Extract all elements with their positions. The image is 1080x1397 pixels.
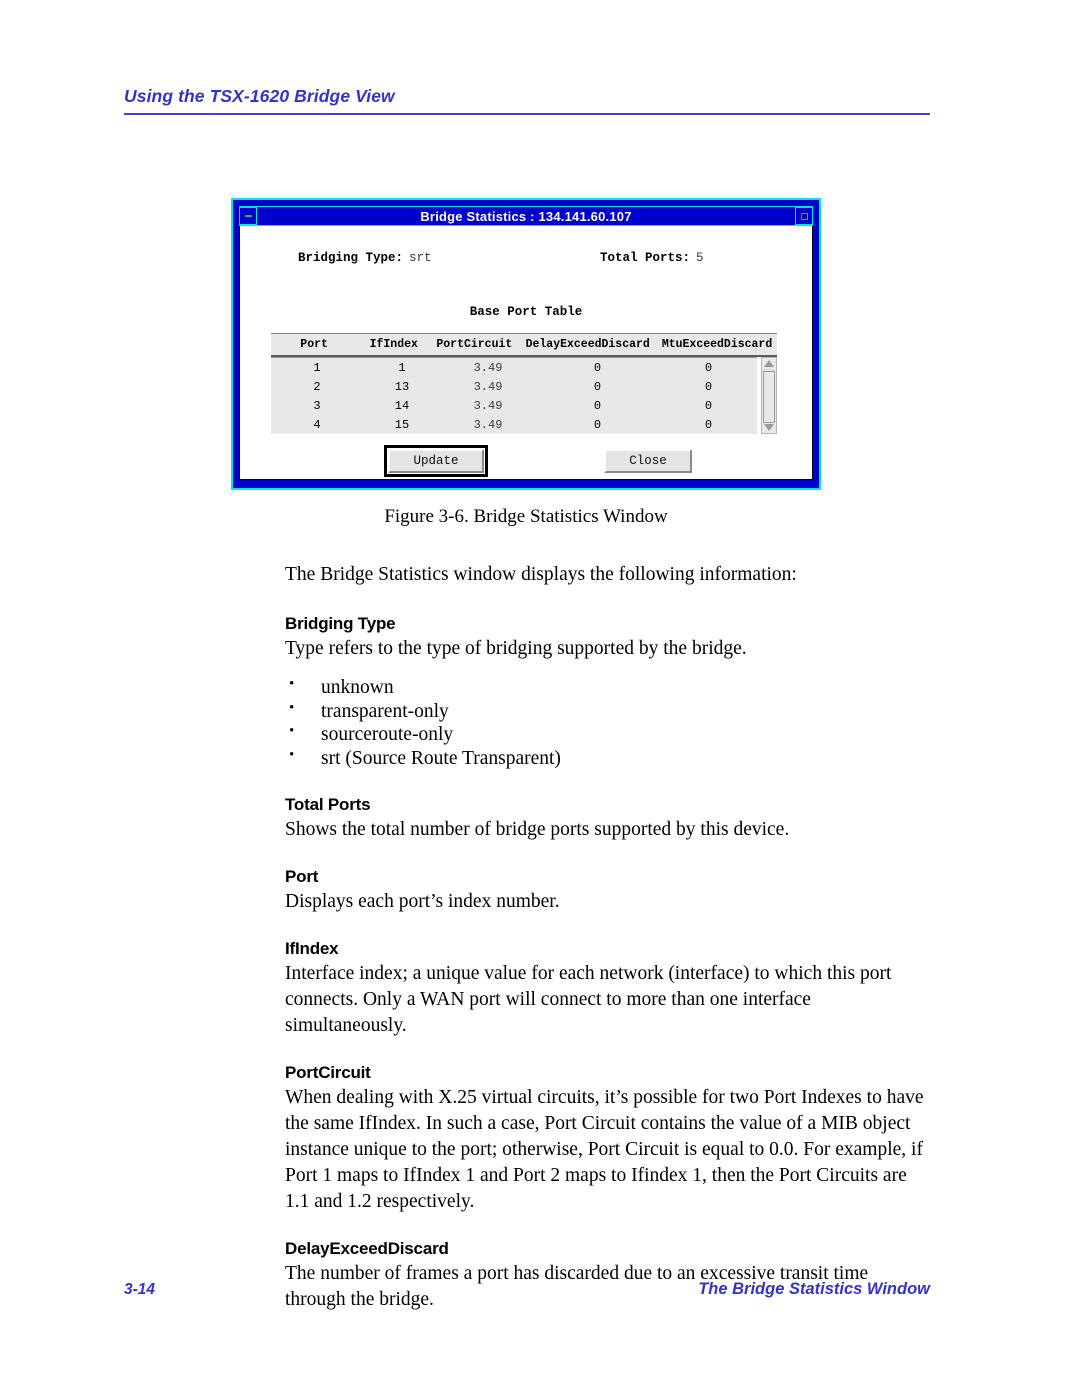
close-button[interactable]: Close [604, 449, 692, 473]
section-text: Type refers to the type of bridging supp… [285, 638, 747, 660]
table-body-area: 1 1 3.49 0 0 2 13 3.49 0 0 3 14 3.49 0 0… [271, 357, 777, 434]
cell-delayexceeddiscard: 0 [593, 398, 602, 413]
maximize-icon [800, 212, 808, 220]
cell-ifindex: 13 [394, 379, 410, 394]
maximize-button[interactable] [795, 207, 813, 225]
bridging-type-field: Bridging Type: srt [298, 251, 432, 265]
bridging-type-label: Bridging Type: [298, 251, 404, 265]
section-text: Interface index; a unique value for each… [285, 962, 892, 1036]
running-head: Using the TSX-1620 Bridge View [124, 86, 395, 106]
cell-port: 4 [313, 417, 321, 432]
list-item: srt (Source Route Transparent) [285, 746, 931, 771]
dialog-titlebar[interactable]: Bridge Statistics : 134.141.60.107 [239, 206, 813, 226]
section-total-ports: Total Ports Shows the total number of br… [285, 795, 931, 843]
section-heading: PortCircuit [285, 1062, 371, 1082]
cell-ifindex: 15 [394, 417, 410, 432]
cell-delayexceeddiscard: 0 [593, 360, 602, 375]
section-portcircuit: PortCircuit When dealing with X.25 virtu… [285, 1063, 931, 1215]
cell-portcircuit: 3.49 [473, 417, 503, 432]
cell-mtuexceeddiscard: 0 [704, 417, 713, 432]
section-text: When dealing with X.25 virtual circuits,… [285, 1086, 924, 1212]
cell-delayexceeddiscard: 0 [593, 379, 602, 394]
section-text: Shows the total number of bridge ports s… [285, 818, 790, 840]
bridging-type-value: srt [409, 251, 432, 265]
section-bridging-type: Bridging Type Type refers to the type of… [285, 614, 931, 770]
list-item: sourceroute-only [285, 722, 931, 747]
table-row[interactable]: 3 14 3.49 0 0 [271, 396, 757, 415]
section-heading: IfIndex [285, 938, 339, 958]
figure-bridge-statistics: Bridge Statistics : 134.141.60.107 Bridg… [231, 198, 821, 528]
bridging-type-list: unknown transparent-only sourceroute-onl… [285, 675, 931, 771]
table-row[interactable]: 4 15 3.49 0 0 [271, 415, 757, 434]
table-vertical-scrollbar[interactable] [761, 357, 777, 434]
section-port: Port Displays each port’s index number. [285, 867, 931, 915]
cell-mtuexceeddiscard: 0 [704, 398, 713, 413]
update-button[interactable]: Update [384, 445, 488, 477]
bridge-statistics-dialog: Bridge Statistics : 134.141.60.107 Bridg… [231, 198, 821, 490]
summary-row: Bridging Type: srt Total Ports: 5 [240, 251, 812, 269]
cell-port: 1 [313, 360, 321, 375]
column-header-mtuexceeddiscard: MtuExceedDiscard [661, 338, 773, 351]
scroll-down-arrow-icon[interactable] [764, 423, 774, 432]
cell-ifindex: 14 [394, 398, 410, 413]
page-content: The Bridge Statistics window displays th… [285, 562, 931, 1337]
table-row[interactable]: 1 1 3.49 0 0 [271, 358, 757, 377]
dialog-content: Bridging Type: srt Total Ports: 5 Base Por… [240, 227, 812, 479]
cell-ifindex: 1 [398, 360, 406, 375]
header-rule [124, 113, 930, 115]
cell-port: 3 [313, 398, 321, 413]
column-header-delayexceeddiscard: DelayExceedDiscard [525, 338, 650, 351]
minimize-button[interactable] [239, 207, 257, 225]
cell-port: 2 [313, 379, 321, 394]
column-header-ifindex: IfIndex [369, 338, 418, 351]
scrollbar-track[interactable] [763, 369, 775, 423]
intro-paragraph: The Bridge Statistics window displays th… [285, 564, 797, 585]
table-header-row: Port IfIndex PortCircuit DelayExceedDisc… [271, 333, 777, 357]
section-delayexceeddiscard: DelayExceedDiscard The number of frames … [285, 1239, 931, 1313]
cell-portcircuit: 3.49 [473, 360, 503, 375]
section-heading: DelayExceedDiscard [285, 1238, 449, 1258]
footer-section-title: The Bridge Statistics Window [698, 1280, 930, 1298]
column-header-port: Port [300, 338, 328, 351]
figure-caption: Figure 3-6. Bridge Statistics Window [384, 506, 668, 527]
total-ports-value: 5 [696, 251, 704, 265]
minimize-icon [243, 214, 253, 218]
cell-delayexceeddiscard: 0 [593, 417, 602, 432]
dialog-title: Bridge Statistics : 134.141.60.107 [420, 208, 632, 224]
cell-mtuexceeddiscard: 0 [704, 379, 713, 394]
list-item: unknown [285, 675, 931, 700]
section-text: Displays each port’s index number. [285, 890, 560, 912]
section-heading: Port [285, 866, 319, 886]
table-row[interactable]: 2 13 3.49 0 0 [271, 377, 757, 396]
section-ifindex: IfIndex Interface index; a unique value … [285, 939, 931, 1039]
scrollbar-thumb[interactable] [763, 371, 775, 423]
cell-portcircuit: 3.49 [473, 379, 503, 394]
cell-mtuexceeddiscard: 0 [704, 360, 713, 375]
page-number: 3-14 [124, 1281, 156, 1298]
page-header: Using the TSX-1620 Bridge View [124, 86, 930, 115]
section-heading: Bridging Type [285, 614, 396, 634]
scroll-up-arrow-icon[interactable] [764, 359, 774, 368]
list-item: transparent-only [285, 699, 931, 724]
section-heading: Total Ports [285, 794, 371, 814]
page-footer: 3-14 The Bridge Statistics Window [124, 1280, 930, 1299]
total-ports-label: Total Ports: [600, 251, 691, 265]
total-ports-field: Total Ports: 5 [600, 251, 704, 265]
column-header-portcircuit: PortCircuit [436, 338, 513, 351]
table-body: 1 1 3.49 0 0 2 13 3.49 0 0 3 14 3.49 0 0… [271, 357, 757, 434]
dialog-buttons: Update Close [240, 445, 812, 479]
base-port-table: Port IfIndex PortCircuit DelayExceedDisc… [271, 333, 777, 434]
cell-portcircuit: 3.49 [473, 398, 503, 413]
base-port-table-title: Base Port Table [469, 305, 583, 319]
